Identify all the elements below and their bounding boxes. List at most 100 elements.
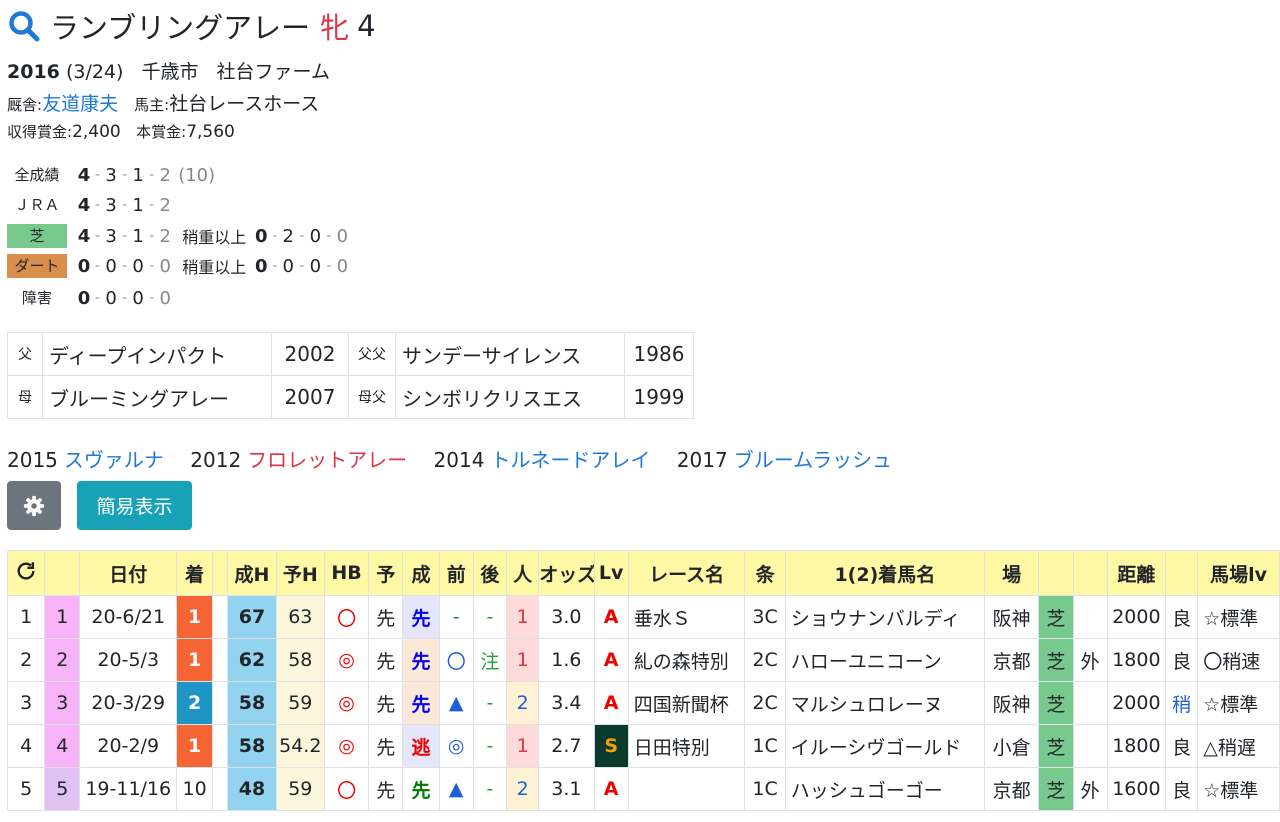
header-yo-h[interactable]: 予H	[275, 550, 325, 596]
trainer-link[interactable]: 友道康夫	[42, 93, 118, 115]
header-odds[interactable]: オッズ	[538, 550, 595, 596]
record-seconds: 0	[105, 255, 117, 277]
trainer-label: 厩舎:	[7, 96, 43, 114]
horse-sex: 牝	[320, 11, 350, 45]
row-sei: 逃	[402, 724, 440, 768]
header-pop[interactable]: 人	[506, 550, 540, 596]
row-race-name[interactable]: 四国新聞杯	[627, 681, 746, 725]
row-rank: 1	[176, 595, 214, 639]
record-sub-seconds: 2	[282, 225, 294, 247]
settings-button[interactable]	[7, 481, 61, 530]
record-thirds: 0	[132, 287, 144, 309]
header-race[interactable]: レース名	[627, 550, 746, 596]
record-sub-label: 稍重以上	[182, 258, 247, 277]
header-ato[interactable]: 後	[472, 550, 508, 596]
owner-label: 馬主:	[134, 96, 170, 114]
row-mae: ▲	[438, 681, 474, 725]
sibling-link[interactable]: フロレットアレー	[247, 448, 407, 472]
header-lv[interactable]: Lv	[593, 550, 629, 596]
table-row[interactable]: 1 1 20-6/21 1 67 63 〇 先 先 - - 1 3.0 A 垂水…	[6, 595, 1280, 639]
record-seconds: 0	[105, 287, 117, 309]
search-icon[interactable]	[8, 10, 40, 42]
row-race-name[interactable]: 日田特別	[627, 724, 746, 768]
sire-year: 2002	[271, 332, 349, 376]
row-winner[interactable]: ハローユニコーン	[784, 638, 985, 682]
row-condition: 良	[1165, 595, 1199, 639]
header-distance[interactable]: 距離	[1106, 550, 1167, 596]
sibling-link[interactable]: トルネードアレイ	[490, 448, 650, 472]
main-prize-value: 7,560	[186, 122, 235, 142]
record-sub-others: 0	[336, 255, 349, 277]
row-level: A	[593, 595, 629, 639]
dam-sire-year: 1999	[624, 375, 694, 419]
row-class: 2C	[744, 681, 786, 725]
row-race-name[interactable]: 垂水Ｓ	[627, 595, 746, 639]
header-blank	[44, 550, 81, 596]
refresh-button[interactable]	[6, 550, 46, 596]
row-index: 3	[44, 681, 81, 725]
row-yo-h: 54.2	[275, 724, 325, 768]
row-hb: ◎	[323, 724, 370, 768]
row-winner[interactable]: ハッシュゴーゴー	[784, 767, 985, 811]
row-yo: 先	[368, 595, 404, 639]
row-blank	[212, 638, 229, 682]
row-hb: 〇	[323, 595, 370, 639]
header-blank	[1072, 550, 1108, 596]
row-winner[interactable]: イルーシヴゴールド	[784, 724, 985, 768]
sibling-item: 2014 トルネードアレイ	[434, 448, 651, 472]
record-seconds: 3	[105, 194, 117, 216]
row-race-name[interactable]	[627, 767, 746, 811]
row-sei-h: 58	[227, 681, 277, 725]
record-total: (10)	[178, 164, 216, 186]
sibling-link[interactable]: ブルームラッシュ	[734, 448, 892, 472]
row-distance: 1800	[1106, 724, 1167, 768]
dam-sire-key: 母父	[348, 375, 396, 419]
header-blank	[212, 550, 229, 596]
header-yo[interactable]: 予	[368, 550, 404, 596]
header-rank[interactable]: 着	[176, 550, 214, 596]
row-hb: 〇	[323, 767, 370, 811]
row-winner[interactable]: マルシュロレーヌ	[784, 681, 985, 725]
dam-key: 母	[7, 375, 43, 419]
row-sei-h: 62	[227, 638, 277, 682]
table-row[interactable]: 3 3 20-3/29 2 58 59 ◎ 先 先 ▲ - 2 3.4 A 四国…	[6, 681, 1280, 725]
header-winner[interactable]: 1(2)着馬名	[784, 550, 985, 596]
header-mae[interactable]: 前	[438, 550, 474, 596]
header-class[interactable]: 条	[744, 550, 786, 596]
row-sei-h: 58	[227, 724, 277, 768]
row-condition: 良	[1165, 638, 1199, 682]
record-seconds: 3	[105, 164, 117, 186]
header-track[interactable]: 場	[983, 550, 1040, 596]
row-class: 2C	[744, 638, 786, 682]
earned-prize-value: 2,400	[72, 122, 121, 142]
simple-view-button[interactable]: 簡易表示	[77, 481, 192, 530]
row-sei: 先	[402, 595, 440, 639]
table-row[interactable]: 2 2 20-5/3 1 62 58 ◎ 先 先 〇 注 1 1.6 A 糺の森…	[6, 638, 1280, 682]
header-hb[interactable]: HB	[323, 550, 370, 596]
row-level: A	[593, 767, 629, 811]
row-date: 20-2/9	[79, 724, 178, 768]
row-race-name[interactable]: 糺の森特別	[627, 638, 746, 682]
row-number: 5	[6, 767, 46, 811]
pedigree-row: 父 ディープインパクト 2002 父父 サンデーサイレンス 1986	[7, 332, 694, 376]
table-row[interactable]: 4 4 20-2/9 1 58 54.2 ◎ 先 逃 ◎ - 1 2.7 S 日…	[6, 724, 1280, 768]
row-odds: 3.4	[538, 681, 595, 725]
row-hb: ◎	[323, 638, 370, 682]
row-odds: 2.7	[538, 724, 595, 768]
refresh-icon	[17, 561, 35, 580]
header-date[interactable]: 日付	[79, 550, 178, 596]
horse-age: 4	[357, 9, 376, 43]
header-sei-h[interactable]: 成H	[227, 550, 277, 596]
record-others: 2	[159, 194, 171, 216]
table-row[interactable]: 5 5 19-11/16 10 48 59 〇 先 先 ▲ - 2 3.1 A …	[6, 767, 1280, 811]
row-level: A	[593, 638, 629, 682]
header-track-lv[interactable]: 馬場lv	[1197, 550, 1280, 596]
header-sei[interactable]: 成	[402, 550, 440, 596]
row-yo: 先	[368, 681, 404, 725]
row-track-lv: 〇稍速	[1197, 638, 1280, 682]
sibling-link[interactable]: スヴァルナ	[64, 448, 164, 472]
row-rank: 1	[176, 638, 214, 682]
row-yo-h: 59	[275, 681, 325, 725]
row-blank	[212, 681, 229, 725]
row-winner[interactable]: ショウナンバルディ	[784, 595, 985, 639]
